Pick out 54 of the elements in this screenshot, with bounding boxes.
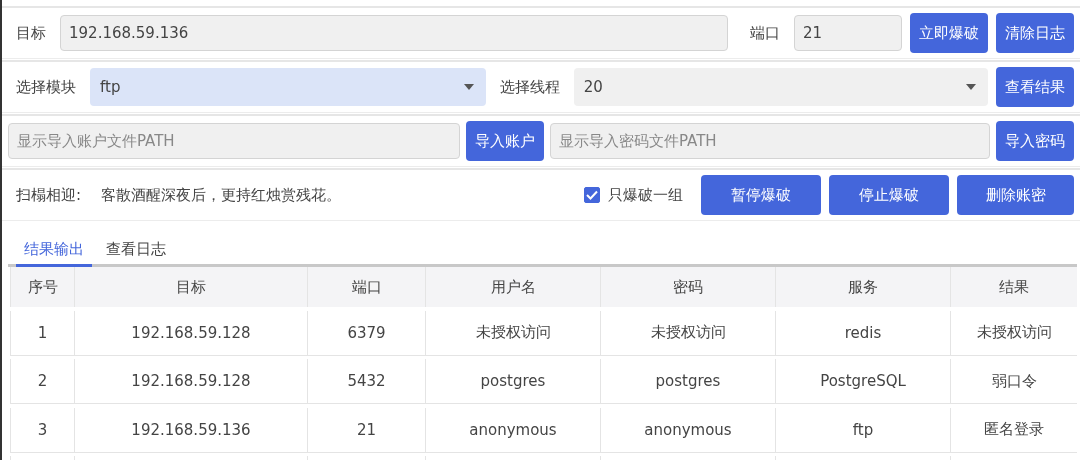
table-cell: 1 <box>10 310 74 356</box>
table-cell: 未授权访问 <box>950 310 1077 356</box>
action-button[interactable]: 停止爆破 <box>829 175 949 215</box>
column-header: 密码 <box>600 267 775 307</box>
greeting-label: 扫榻相迎: <box>15 185 83 205</box>
table-cell: 弱口令 <box>950 359 1077 405</box>
greeting-text: 客散酒醒深夜后，更持红烛赏残花。 <box>100 185 343 205</box>
threads-label: 选择线程 <box>498 77 561 97</box>
table-cell: 192.168.59.128 <box>74 310 307 356</box>
module-dropdown[interactable]: ftp <box>90 68 486 106</box>
table-cell: 5432 <box>307 359 425 405</box>
table-cell: 3 <box>10 407 74 453</box>
tab[interactable]: 查看日志 <box>98 234 174 267</box>
table-cell: 2 <box>10 359 74 405</box>
table-cell: 未授权访问 <box>600 310 775 356</box>
import-password-button[interactable]: 导入密码 <box>996 121 1074 161</box>
target-field[interactable]: 192.168.59.136 <box>60 15 728 51</box>
table-cell: PostgreSQL <box>775 359 950 405</box>
table-cell: anonymous <box>425 407 600 453</box>
table-cell: 未授权访问 <box>425 310 600 356</box>
action-button[interactable]: 删除账密 <box>957 175 1074 215</box>
view-results-button[interactable]: 查看结果 <box>996 67 1074 107</box>
table-cell: 6379 <box>307 310 425 356</box>
table-cell: postgres <box>425 359 600 405</box>
column-header: 结果 <box>950 267 1077 307</box>
table-cell: 21 <box>307 407 425 453</box>
module-label: 选择模块 <box>15 77 77 97</box>
table-cell: redis <box>775 310 950 356</box>
tab[interactable]: 结果输出 <box>16 234 92 267</box>
target-label: 目标 <box>15 23 47 43</box>
column-header: 服务 <box>775 267 950 307</box>
dropdown-caret-icon <box>463 84 474 90</box>
column-header: 端口 <box>307 267 425 307</box>
action-button[interactable]: 暂停爆破 <box>701 175 821 215</box>
table-cell: 匿名登录 <box>950 407 1077 453</box>
table-cell: postgres <box>600 359 775 405</box>
account-file-field[interactable]: 显示导入账户文件PATH <box>8 123 460 159</box>
port-field[interactable]: 21 <box>794 15 902 51</box>
table-cell: ftp <box>775 407 950 453</box>
checkbox[interactable] <box>584 187 600 203</box>
port-label: 端口 <box>749 23 781 43</box>
column-header: 用户名 <box>425 267 600 307</box>
column-header: 序号 <box>10 267 74 307</box>
table-cell: 192.168.59.136 <box>74 407 307 453</box>
dropdown-caret-icon <box>966 84 976 90</box>
table-cell: 192.168.59.128 <box>74 359 307 405</box>
action-button[interactable]: 立即爆破 <box>910 13 988 53</box>
threads-dropdown[interactable]: 20 <box>573 68 988 106</box>
column-header: 目标 <box>74 267 307 307</box>
table-cell: anonymous <box>600 407 775 453</box>
password-file-field[interactable]: 显示导入密码文件PATH <box>550 123 990 159</box>
action-button[interactable]: 清除日志 <box>996 13 1074 53</box>
checkbox-label: 只爆破一组 <box>608 185 683 205</box>
import-account-button[interactable]: 导入账户 <box>466 121 544 161</box>
